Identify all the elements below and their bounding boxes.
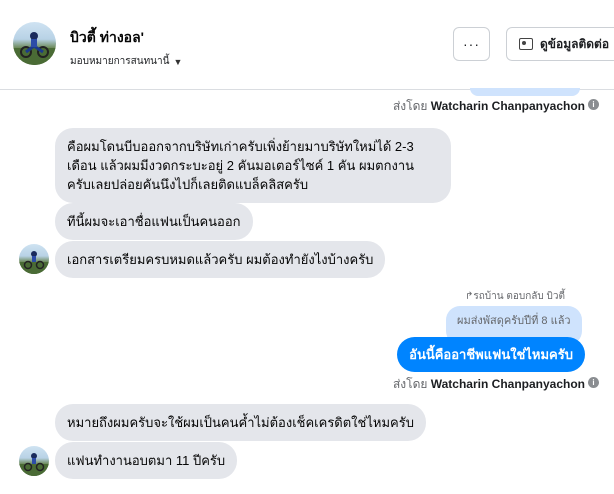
sent-by-label: ส่งโดย Watcharin Chanpanyachon	[393, 375, 585, 394]
conversation-header: บิวตี้ ท่างอล' มอบหมายการสนทนานี้ ▼ ··· …	[0, 0, 614, 90]
assign-conversation-dropdown[interactable]: มอบหมายการสนทนานี้ ▼	[70, 54, 182, 69]
incoming-message[interactable]: แฟนทำงานอบตมา 11 ปีครับ	[55, 442, 238, 479]
view-contact-label: ดูข้อมูลติดต่อ	[540, 36, 610, 51]
incoming-message[interactable]: คือผมโดนบีบออกจากบริษัทเก่าครับเพิ่งย้าย…	[55, 128, 451, 203]
avatar-photo-icon	[13, 32, 56, 65]
contact-avatar-small[interactable]	[19, 244, 49, 274]
chevron-down-icon: ▼	[173, 56, 183, 67]
avatar-photo-icon	[19, 453, 49, 476]
sent-by-agent: Watcharin Chanpanyachon	[430, 377, 585, 391]
assign-label: มอบหมายการสนทนานี้	[70, 56, 170, 67]
contact-card-icon	[519, 38, 533, 50]
previous-message-edge	[470, 88, 580, 96]
info-icon[interactable]: i	[588, 377, 599, 388]
sent-by-prefix: ส่งโดย	[392, 377, 428, 391]
avatar-photo-icon	[19, 251, 49, 274]
message-line: เดือน แล้วผมมีงวดกระบะอยู่ 2 คันมอเตอร์ไ…	[67, 158, 415, 173]
sent-by-agent: Watcharin Chanpanyachon	[430, 99, 585, 113]
outgoing-message[interactable]: อันนี้คืออาชีพแฟนใช่ไหมครับ	[397, 337, 585, 372]
reply-label: ↱รถบ้าน ตอบกลับ บิวตี้	[465, 291, 565, 302]
incoming-message[interactable]: เอกสารเตรียมครบหมดแล้วครับ ผมต้องทำยังไง…	[55, 241, 386, 278]
more-options-button[interactable]: ···	[453, 27, 490, 61]
sent-by-prefix: ส่งโดย	[392, 99, 428, 113]
message-line: คือผมโดนบีบออกจากบริษัทเก่าครับเพิ่งย้าย…	[67, 139, 414, 154]
incoming-message[interactable]: ทีนี้ผมจะเอาชื่อแฟนเป็นคนออก	[55, 203, 253, 240]
sent-by-label: ส่งโดย Watcharin Chanpanyachon	[393, 97, 585, 116]
view-contact-button[interactable]: ดูข้อมูลติดต่อ	[506, 27, 614, 61]
info-icon[interactable]: i	[588, 99, 599, 110]
contact-name[interactable]: บิวตี้ ท่างอล'	[70, 27, 144, 49]
contact-avatar-small[interactable]	[19, 446, 49, 476]
incoming-message[interactable]: หมายถึงผมครับจะใช้ผมเป็นคนค้ำไม่ต้องเช็ค…	[55, 404, 426, 441]
message-line: ครับเลยปล่อยคันนึงไปก็เลยติดแบล็คลิสครับ	[67, 177, 309, 192]
more-horizontal-icon: ···	[463, 36, 480, 52]
contact-avatar[interactable]	[13, 22, 56, 65]
